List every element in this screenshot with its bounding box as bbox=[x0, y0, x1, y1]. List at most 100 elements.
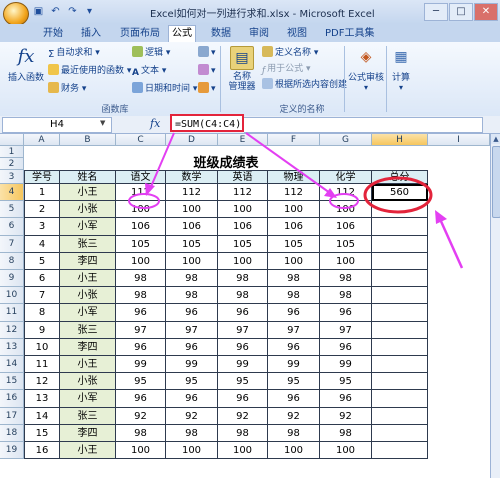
row-header[interactable]: 6 bbox=[0, 218, 24, 236]
table-cell-name[interactable]: 小王 bbox=[60, 184, 116, 202]
table-header-cell[interactable]: 学号 bbox=[24, 170, 60, 184]
table-cell-score[interactable]: 98 bbox=[268, 287, 320, 305]
column-header-e[interactable]: E bbox=[218, 134, 268, 146]
define-name-button[interactable]: 定义名称 ▾ bbox=[262, 46, 318, 60]
table-cell-score[interactable]: 95 bbox=[320, 373, 372, 391]
table-cell-name[interactable]: 李四 bbox=[60, 252, 116, 270]
table-cell-no[interactable]: 15 bbox=[24, 424, 60, 442]
table-cell-score[interactable]: 96 bbox=[116, 390, 166, 408]
table-cell-score[interactable]: 100 bbox=[268, 252, 320, 270]
table-cell-score[interactable]: 95 bbox=[268, 373, 320, 391]
insert-function-button[interactable]: fx 插入函数 bbox=[6, 46, 46, 83]
table-cell-name[interactable]: 小张 bbox=[60, 373, 116, 391]
table-cell-score[interactable]: 96 bbox=[218, 338, 268, 356]
table-cell-no[interactable]: 12 bbox=[24, 373, 60, 391]
row-header[interactable]: 5 bbox=[0, 201, 24, 219]
row-header[interactable]: 15 bbox=[0, 373, 24, 391]
table-cell-no[interactable]: 6 bbox=[24, 270, 60, 288]
table-cell-score[interactable]: 96 bbox=[166, 390, 218, 408]
row-header[interactable]: 1 bbox=[0, 146, 24, 158]
close-button[interactable]: ✕ bbox=[474, 3, 498, 21]
worksheet-grid[interactable]: A B C D E F G H I 1 2 3 4 5 6 7 8 9 10 11 12 13 14 15 16 17 18 19 班级… bbox=[0, 134, 490, 478]
table-cell-name[interactable]: 小张 bbox=[60, 287, 116, 305]
table-cell-score[interactable]: 100 bbox=[320, 442, 372, 460]
autosum-button[interactable]: Σ 自动求和 ▾ bbox=[48, 46, 100, 60]
table-cell-no[interactable]: 16 bbox=[24, 442, 60, 460]
table-cell-no[interactable]: 7 bbox=[24, 287, 60, 305]
table-cell-total[interactable] bbox=[372, 201, 428, 219]
math-button[interactable]: ▾ bbox=[198, 64, 216, 78]
table-cell-name[interactable]: 张三 bbox=[60, 235, 116, 253]
table-cell-total[interactable] bbox=[372, 390, 428, 408]
tab-page-layout[interactable]: 页面布局 bbox=[117, 26, 163, 42]
table-cell-no[interactable]: 3 bbox=[24, 218, 60, 236]
table-cell-score[interactable]: 105 bbox=[166, 235, 218, 253]
row-header[interactable]: 9 bbox=[0, 270, 24, 288]
table-cell-score[interactable]: 99 bbox=[166, 356, 218, 374]
table-cell-score[interactable]: 106 bbox=[268, 218, 320, 236]
table-cell-score[interactable]: 95 bbox=[116, 373, 166, 391]
table-cell-score[interactable]: 105 bbox=[268, 235, 320, 253]
recently-used-button[interactable]: 最近使用的函数 ▾ bbox=[48, 64, 131, 78]
table-cell-score[interactable]: 97 bbox=[268, 321, 320, 339]
table-cell-no[interactable]: 13 bbox=[24, 390, 60, 408]
save-icon[interactable]: ▣ bbox=[32, 5, 45, 18]
table-cell-total[interactable] bbox=[372, 424, 428, 442]
table-cell-score[interactable]: 100 bbox=[320, 201, 372, 219]
table-header-cell[interactable]: 姓名 bbox=[60, 170, 116, 184]
table-cell-name[interactable]: 李四 bbox=[60, 338, 116, 356]
table-cell-score[interactable]: 97 bbox=[116, 321, 166, 339]
table-cell-score[interactable]: 96 bbox=[320, 304, 372, 322]
maximize-button[interactable]: □ bbox=[449, 3, 473, 21]
table-cell-total[interactable] bbox=[372, 338, 428, 356]
row-header[interactable]: 11 bbox=[0, 304, 24, 322]
tab-view[interactable]: 视图 bbox=[284, 26, 310, 42]
row-header[interactable]: 19 bbox=[0, 442, 24, 460]
table-cell-total[interactable] bbox=[372, 287, 428, 305]
table-cell-name[interactable]: 小王 bbox=[60, 356, 116, 374]
formula-auditing-button[interactable]: ◈ 公式审核 ▾ bbox=[346, 46, 386, 92]
table-header-cell[interactable]: 物理 bbox=[268, 170, 320, 184]
table-cell-score[interactable]: 112 bbox=[166, 184, 218, 202]
table-cell-score[interactable]: 98 bbox=[268, 424, 320, 442]
table-cell-score[interactable]: 96 bbox=[116, 338, 166, 356]
table-header-cell[interactable]: 总分 bbox=[372, 170, 428, 184]
table-cell-score[interactable]: 98 bbox=[320, 270, 372, 288]
row-header[interactable]: 4 bbox=[0, 184, 24, 202]
name-box[interactable]: H4 bbox=[2, 117, 112, 133]
row-header[interactable]: 3 bbox=[0, 170, 24, 184]
row-header[interactable]: 7 bbox=[0, 235, 24, 253]
table-cell-name[interactable]: 小军 bbox=[60, 218, 116, 236]
table-cell-score[interactable]: 97 bbox=[320, 321, 372, 339]
table-cell-score[interactable]: 105 bbox=[116, 235, 166, 253]
column-header-d[interactable]: D bbox=[166, 134, 218, 146]
table-cell-score[interactable]: 98 bbox=[166, 270, 218, 288]
table-cell-no[interactable]: 11 bbox=[24, 356, 60, 374]
column-header-f[interactable]: F bbox=[268, 134, 320, 146]
logical-button[interactable]: 逻辑 ▾ bbox=[132, 46, 170, 60]
table-cell-name[interactable]: 李四 bbox=[60, 424, 116, 442]
row-header[interactable]: 17 bbox=[0, 407, 24, 425]
row-header[interactable]: 18 bbox=[0, 424, 24, 442]
formula-input-extension[interactable] bbox=[244, 117, 483, 133]
table-header-cell[interactable]: 数学 bbox=[166, 170, 218, 184]
table-cell-score[interactable]: 106 bbox=[320, 218, 372, 236]
column-header-a[interactable]: A bbox=[24, 134, 60, 146]
table-cell-score[interactable]: 100 bbox=[268, 442, 320, 460]
date-time-button[interactable]: 日期和时间 ▾ bbox=[132, 82, 197, 96]
table-cell-score[interactable]: 100 bbox=[116, 201, 166, 219]
formula-input[interactable]: =SUM(C4:C4) bbox=[170, 114, 244, 132]
table-cell-score[interactable]: 92 bbox=[268, 407, 320, 425]
table-cell-score[interactable]: 92 bbox=[116, 407, 166, 425]
tab-insert[interactable]: 插入 bbox=[78, 26, 104, 42]
table-cell-score[interactable]: 98 bbox=[320, 287, 372, 305]
table-cell-total[interactable] bbox=[372, 235, 428, 253]
table-cell-score[interactable]: 100 bbox=[116, 442, 166, 460]
more-functions-button[interactable]: ▾ bbox=[198, 82, 216, 96]
table-cell-score[interactable]: 98 bbox=[218, 287, 268, 305]
table-cell-score[interactable]: 105 bbox=[218, 235, 268, 253]
table-cell-total[interactable] bbox=[372, 218, 428, 236]
table-cell-score[interactable]: 98 bbox=[218, 424, 268, 442]
table-header-cell[interactable]: 英语 bbox=[218, 170, 268, 184]
table-cell-score[interactable]: 100 bbox=[116, 252, 166, 270]
